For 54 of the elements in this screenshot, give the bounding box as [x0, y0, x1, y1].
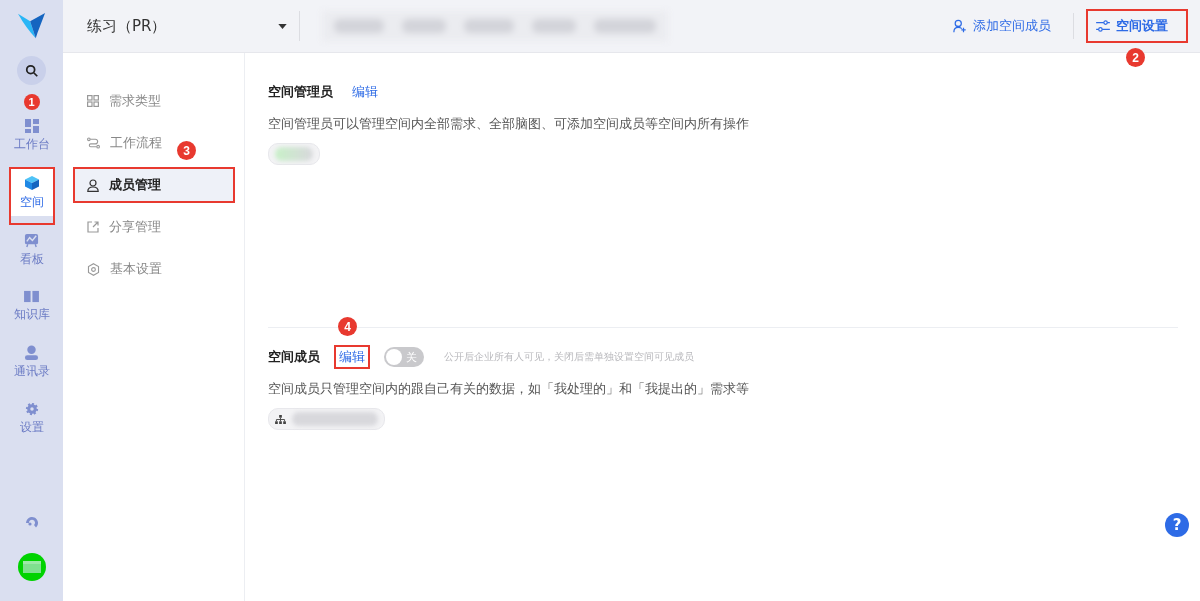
- chart-board-icon: [24, 233, 39, 248]
- rail-label: 设置: [19, 419, 44, 436]
- nav-label: 分享管理: [109, 218, 161, 236]
- rail-label: 知识库: [13, 306, 50, 323]
- nav-item[interactable]: 基本设置: [73, 251, 170, 287]
- gear-icon: [87, 262, 100, 276]
- section-title: 空间成员: [268, 348, 320, 366]
- help-button[interactable]: ?: [1165, 513, 1189, 537]
- nav-item[interactable]: 需求类型: [73, 83, 169, 119]
- flow-icon: [87, 137, 100, 149]
- share-icon: [87, 221, 99, 233]
- nav-item[interactable]: 分享管理: [73, 209, 169, 245]
- nav-label: 需求类型: [109, 92, 161, 110]
- bird-logo-icon: [16, 12, 47, 40]
- rail-label: 看板: [19, 251, 44, 268]
- rail-item[interactable]: 看板: [8, 225, 55, 273]
- annotation-badge: 2: [1126, 48, 1145, 67]
- edit-link[interactable]: 编辑: [334, 345, 370, 369]
- search-icon: [24, 63, 39, 78]
- person-icon: [24, 345, 39, 360]
- redacted-name: [275, 147, 313, 161]
- dashboard-icon: [24, 119, 39, 133]
- space-settings-button[interactable]: 空间设置: [1086, 9, 1188, 43]
- section-description: 空间管理员可以管理空间内全部需求、全部脑图、可添加空间成员等空间内所有操作: [268, 115, 750, 133]
- rail-label: 空间: [19, 194, 44, 211]
- section-title: 空间管理员: [268, 83, 333, 101]
- nav-label: 工作流程: [110, 134, 162, 152]
- annotation-badge: 1: [23, 94, 40, 110]
- annotation-badge: 4: [338, 317, 357, 336]
- gear-icon: [24, 402, 39, 416]
- project-dropdown[interactable]: 练习（PR）: [87, 16, 287, 36]
- rail-label: 工作台: [13, 136, 50, 153]
- rail-item[interactable]: 工作台: [8, 111, 55, 158]
- add-user-icon: [953, 19, 967, 33]
- edit-link[interactable]: 编辑: [347, 80, 383, 104]
- nav-label: 成员管理: [109, 176, 161, 194]
- person-icon: [87, 178, 99, 192]
- cube-icon: [23, 175, 40, 191]
- caret-icon: [278, 23, 287, 29]
- rail-item[interactable]: 空间: [8, 167, 55, 216]
- book-icon: [24, 290, 39, 303]
- sliders-icon: [1096, 20, 1110, 32]
- rail-item[interactable]: 通讯录: [8, 337, 55, 385]
- org-chart-icon: [275, 414, 286, 424]
- section-description: 空间成员只管理空间内的跟自己有关的数据，如「我处理的」和「我提出的」需求等: [268, 380, 750, 398]
- grid-icon: [87, 95, 99, 107]
- nav-label: 基本设置: [110, 260, 162, 278]
- search-button[interactable]: [17, 56, 46, 85]
- add-member-button[interactable]: 添加空间成员: [943, 9, 1061, 43]
- rail-item[interactable]: 知识库: [8, 282, 55, 328]
- rail-label: 通讯录: [13, 363, 50, 380]
- nav-item[interactable]: 工作流程: [73, 125, 170, 161]
- annotation-badge: 3: [177, 141, 196, 160]
- rail-item[interactable]: 设置: [8, 394, 55, 441]
